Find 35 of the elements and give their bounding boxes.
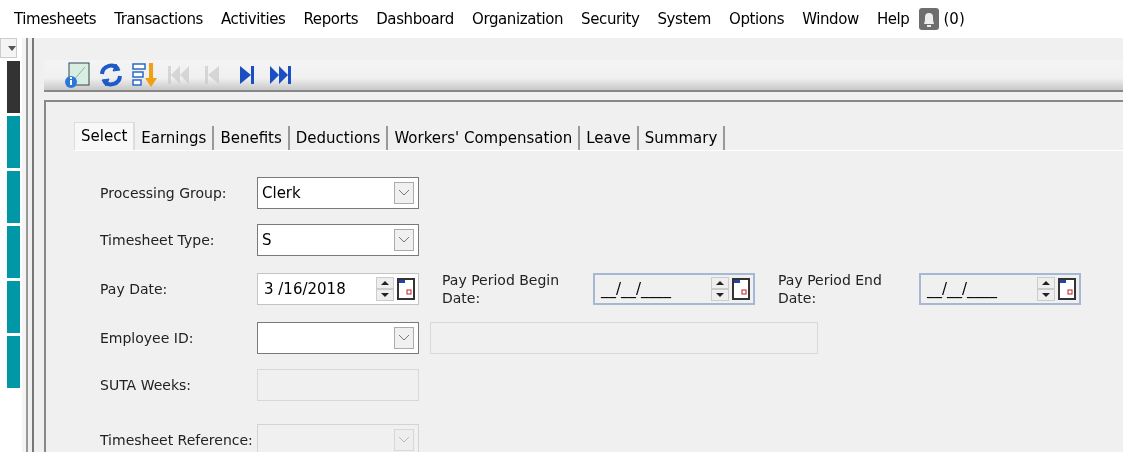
menu-item[interactable]: Security (581, 7, 640, 31)
field-label: Pay Date: (100, 280, 169, 298)
field-label: Timesheet Type: (100, 231, 216, 249)
field-label: Employee ID: (100, 329, 195, 347)
report-info-icon[interactable] (62, 60, 92, 90)
menu-item[interactable]: Options (729, 7, 785, 31)
processing-group-dropdown[interactable]: Clerk (257, 177, 419, 209)
calendar-icon[interactable] (732, 278, 750, 300)
field-label: Pay Period End Date: (778, 271, 883, 307)
begin-date-field[interactable]: __/__/____ (593, 273, 755, 305)
timesheet-type-dropdown[interactable]: S (257, 224, 419, 256)
menu-item[interactable]: Reports (303, 7, 359, 31)
calendar-icon[interactable] (397, 278, 415, 300)
menu-item[interactable]: Timesheets (14, 7, 97, 31)
menu-item[interactable]: System (657, 7, 712, 31)
notification-count[interactable]: (0) (943, 7, 965, 31)
menu-item[interactable]: Window (802, 7, 859, 31)
pay-date-field[interactable]: 3 /16/2018 (257, 273, 419, 305)
spin-arrows-icon[interactable] (376, 277, 394, 301)
menu-item[interactable]: Organization (472, 7, 564, 31)
menu-item[interactable]: Help (876, 7, 910, 31)
end-date-field[interactable]: __/__/____ (919, 273, 1081, 305)
spin-arrows-icon[interactable] (711, 277, 729, 301)
field-label: Timesheet Reference: (100, 431, 254, 449)
calendar-icon[interactable] (1058, 278, 1076, 300)
employee-id-dropdown[interactable] (257, 322, 419, 354)
field-label: SUTA Weeks: (100, 376, 192, 394)
tab[interactable]: Select (74, 122, 136, 150)
menu-item[interactable]: Activities (221, 7, 286, 31)
menu-item[interactable]: Dashboard (376, 7, 454, 31)
menu-item[interactable]: Transactions (114, 7, 203, 31)
spin-arrows-icon[interactable] (1037, 277, 1055, 301)
field-label: Pay Period Begin Date: (442, 271, 561, 307)
bell-icon[interactable] (919, 8, 940, 30)
field-label: Processing Group: (100, 184, 228, 202)
